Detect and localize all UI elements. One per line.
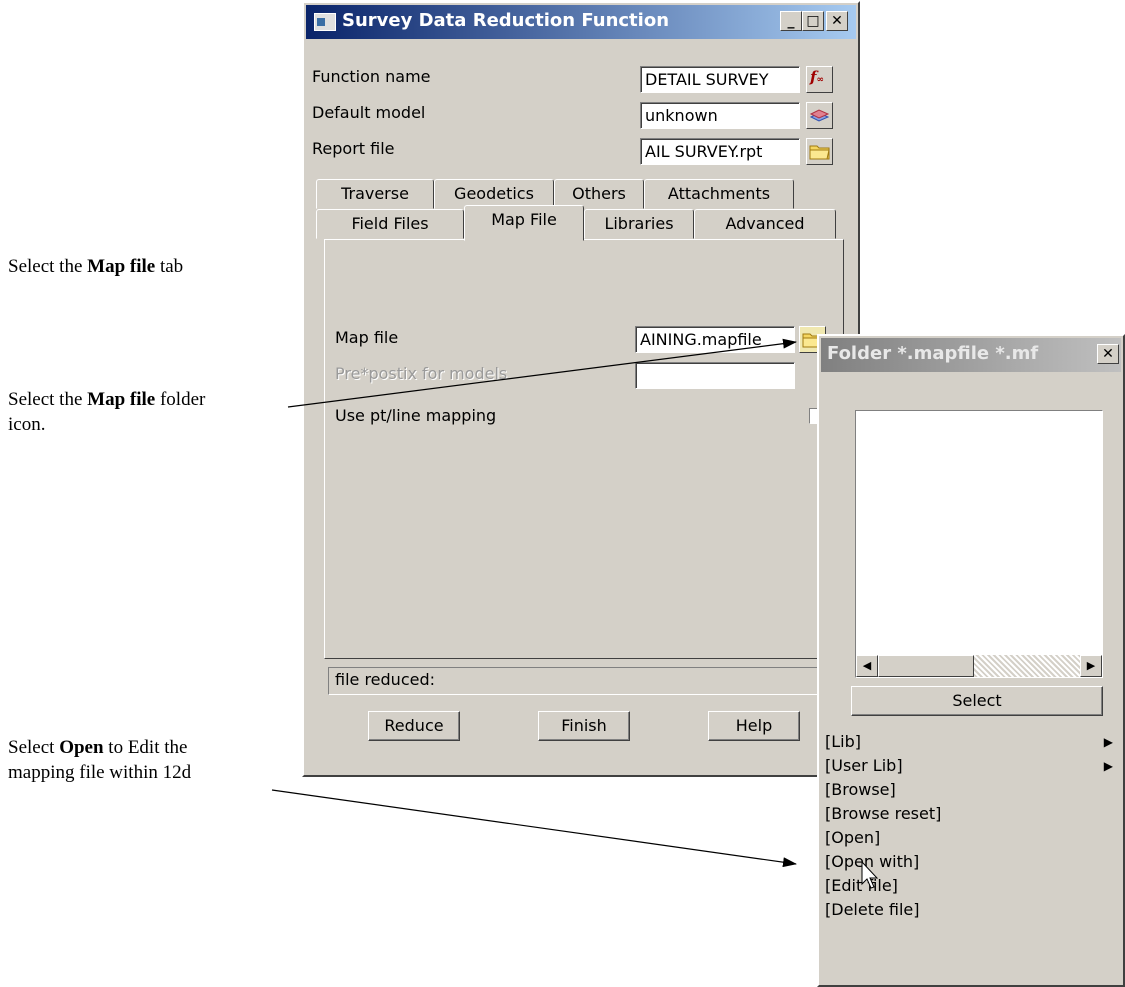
tab-attachments[interactable]: Attachments [644,179,794,209]
menu-item-user-lib[interactable]: [User Lib] ▶ [825,754,1117,778]
menu-item-edit-file[interactable]: [Edit file] [825,874,1117,898]
reduce-button[interactable]: Reduce [368,711,460,741]
scroll-thumb[interactable] [878,655,974,677]
menu-item-label: [Browse] [825,780,896,799]
status-bar: file reduced: [328,667,844,695]
menu-item-label: [Edit file] [825,876,898,895]
menu-item-label: [Open] [825,828,881,847]
submenu-arrow-icon: ▶ [1103,735,1113,749]
finish-button[interactable]: Finish [538,711,630,741]
function-icon: f∞ [810,68,824,86]
menu-item-label: [User Lib] [825,756,903,775]
use-mapping-label: Use pt/line mapping [335,406,497,425]
dialog-title: Survey Data Reduction Function [342,10,670,31]
submenu-arrow-icon: ▶ [1103,759,1113,773]
help-button[interactable]: Help [708,711,800,741]
minimize-button[interactable]: _ [780,11,802,31]
popup-close-button[interactable]: ✕ [1097,344,1119,364]
popup-title: Folder *.mapfile *.mf [827,343,1039,364]
default-model-label: Default model [312,103,426,122]
menu-item-label: [Delete file] [825,900,920,919]
report-file-field[interactable]: AIL SURVEY.rpt [640,138,800,165]
report-folder-button[interactable] [806,138,833,165]
tab-libraries[interactable]: Libraries [584,209,694,239]
prepostfix-label: Pre*postix for models [335,364,508,383]
menu-item-browse-reset[interactable]: [Browse reset] [825,802,1117,826]
menu-item-label: [Lib] [825,732,861,751]
tab-advanced[interactable]: Advanced [694,209,836,239]
report-file-label: Report file [312,139,395,158]
annotation-select-map-tab: Select the Map file tab [8,256,184,277]
survey-data-reduction-dialog: Survey Data Reduction Function _ □ ✕ Fun… [302,1,860,777]
annotation-select-open: Select Open to Edit the mapping file wit… [8,737,192,783]
tab-field-files[interactable]: Field Files [316,209,464,239]
close-button[interactable]: ✕ [826,11,848,31]
tab-map-file[interactable]: Map File [464,205,584,241]
function-name-field[interactable]: DETAIL SURVEY [640,66,800,93]
scroll-left-button[interactable]: ◀ [856,655,878,677]
menu-item-browse[interactable]: [Browse] [825,778,1117,802]
arrow-to-open-item [271,789,797,868]
annotation-select-folder-icon: Select the Map file folder icon. [8,389,206,435]
function-button[interactable]: f∞ [806,66,833,93]
menu-item-open-with[interactable]: [Open with] [825,850,1117,874]
horizontal-scrollbar[interactable]: ◀ ▶ [856,655,1102,677]
file-list[interactable]: ◀ ▶ [855,410,1103,678]
menu-item-label: [Open with] [825,852,920,871]
map-file-field[interactable]: AINING.mapfile [635,326,795,353]
dialog-titlebar[interactable]: Survey Data Reduction Function _ □ ✕ [306,5,856,39]
function-name-label: Function name [312,67,431,86]
layers-icon [809,109,830,122]
default-model-field[interactable]: unknown [640,102,800,129]
map-file-label: Map file [335,328,399,347]
menu-item-label: [Browse reset] [825,804,942,823]
folder-popup: Folder *.mapfile *.mf ✕ ◀ ▶ Select [Lib]… [817,334,1125,987]
scroll-right-button[interactable]: ▶ [1080,655,1102,677]
maximize-button[interactable]: □ [802,11,824,31]
popup-titlebar[interactable]: Folder *.mapfile *.mf ✕ [821,338,1121,372]
tab-traverse[interactable]: Traverse [316,179,434,209]
menu-item-lib[interactable]: [Lib] ▶ [825,730,1117,754]
app-icon [314,13,336,31]
folder-icon [809,145,830,160]
map-file-tab-panel: Map file AINING.mapfile Pre*postix for m… [324,239,844,659]
select-button[interactable]: Select [851,686,1103,716]
model-button[interactable] [806,102,833,129]
menu-item-delete-file[interactable]: [Delete file] [825,898,1117,922]
menu-item-open[interactable]: [Open] [825,826,1117,850]
prepostfix-field[interactable] [635,362,795,389]
